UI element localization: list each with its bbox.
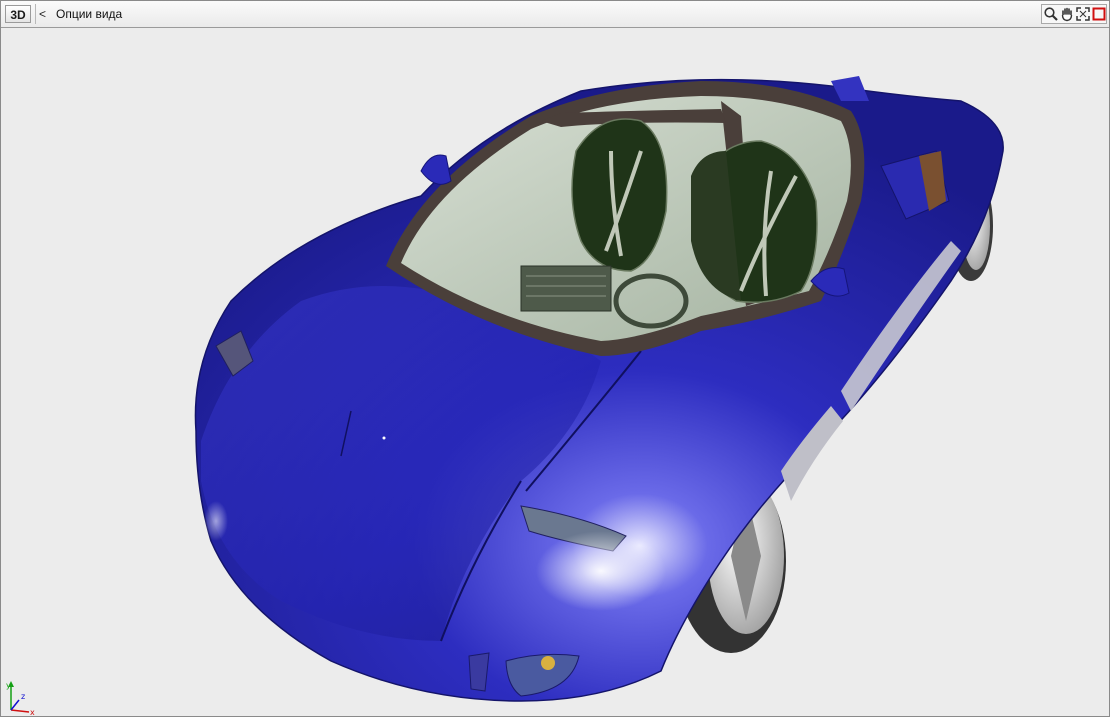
axis-y-label: y [6,681,11,690]
3d-mode-button[interactable]: 3D [5,5,31,23]
axis-indicator: z x y [5,676,45,716]
toolbar-separator [35,4,36,24]
view-options-menu[interactable]: Опции вида [56,6,122,22]
fit-view-icon[interactable] [1075,6,1091,22]
car-model[interactable] [1,28,1109,716]
axis-x-label: x [30,708,35,716]
pan-hand-icon[interactable] [1059,6,1075,22]
viewer-window: 3D < Опции вида z x y [0,0,1110,717]
zoom-icon[interactable] [1043,6,1059,22]
axis-z-label: z [21,692,25,701]
stop-icon[interactable] [1091,6,1107,22]
left-mirror [420,154,452,185]
back-button[interactable]: < [39,6,46,22]
toolbar: 3D < Опции вида [1,1,1109,28]
3d-viewport[interactable]: z x y [1,28,1109,716]
view-tools-group [1041,4,1107,24]
